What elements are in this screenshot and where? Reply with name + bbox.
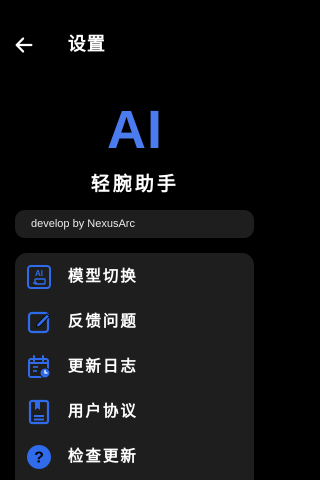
question-circle-icon: ? [27,445,51,469]
menu-item-changelog[interactable]: 更新日志 [15,346,254,386]
menu-item-label: 用户协议 [68,402,139,420]
menu-item-check-update[interactable]: ? 检查更新 [15,436,254,476]
edit-feedback-icon [27,311,51,334]
menu-item-label: 反馈问题 [68,312,139,330]
arrow-left-icon [15,37,33,53]
menu-item-user-agreement[interactable]: 用户协议 [15,391,254,431]
menu-item-label: 模型切换 [68,267,139,285]
app-name: 轻腕助手 [90,173,179,195]
back-button[interactable] [12,33,36,57]
app-logo: AI [107,100,163,160]
menu-item-model-switch[interactable]: AI 模型切换 [15,256,254,296]
svg-text:AI: AI [35,269,43,278]
menu-item-label: 检查更新 [68,447,139,465]
svg-text:?: ? [34,450,44,467]
page-title: 设置 [68,34,106,55]
menu-item-label: 更新日志 [68,357,139,375]
menu-item-feedback[interactable]: 反馈问题 [15,301,254,341]
developer-card: develop by NexusArc [15,210,254,238]
settings-menu: AI 模型切换 反馈问题 更新日志 用户协议 ? 检查更新 [15,253,254,480]
calendar-log-icon [28,355,51,379]
document-agreement-icon [28,399,50,425]
developer-credit: develop by NexusArc [31,218,135,230]
ai-model-icon: AI [27,265,51,289]
